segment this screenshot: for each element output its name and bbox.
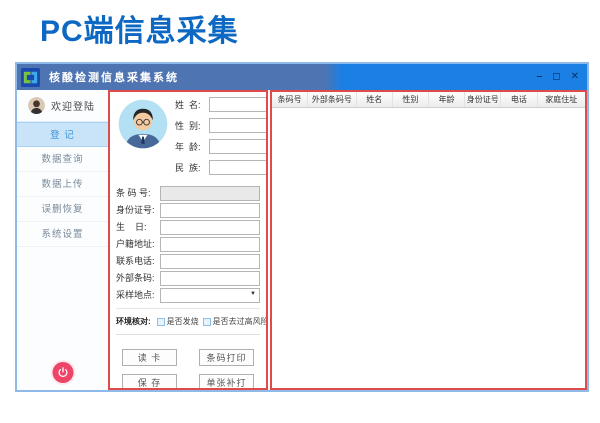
phone-label: 联系电话: xyxy=(116,254,160,267)
barcode-label: 条 码 号: xyxy=(116,186,160,199)
field-row-external-barcode: 外部条码: xyxy=(116,270,260,285)
table-body-empty xyxy=(272,108,585,388)
column-header-age[interactable]: 年龄 xyxy=(429,92,465,107)
id-number-input[interactable] xyxy=(160,203,260,218)
column-header-name[interactable]: 姓名 xyxy=(357,92,393,107)
minimize-button[interactable]: – xyxy=(537,72,543,82)
column-header-id-number[interactable]: 身份证号 xyxy=(465,92,501,107)
close-button[interactable]: ✕ xyxy=(571,72,579,82)
sampling-site-select[interactable] xyxy=(160,288,260,303)
sidebar-item-delete-recovery[interactable]: 误删恢复 xyxy=(17,197,108,222)
maximize-button[interactable]: ◻ xyxy=(552,72,560,82)
person-avatar-icon xyxy=(116,97,170,151)
registered-address-label: 户籍地址: xyxy=(116,237,160,250)
registration-form-panel: 姓 名: 性 别: 年 龄: 民 族: xyxy=(108,90,268,390)
window-body: 欢迎登陆 登 记 数据查询 数据上传 误删恢复 系统设置 xyxy=(17,90,587,390)
app-window: 核酸检测信息采集系统 – ◻ ✕ 欢迎登陆 登 记 数据查询 数据上传 xyxy=(15,62,589,392)
field-row-name: 姓 名: xyxy=(175,97,268,112)
column-header-home-address[interactable]: 家庭住址 xyxy=(538,92,585,107)
fever-checkbox[interactable] xyxy=(157,318,165,326)
person-fields: 姓 名: 性 别: 年 龄: 民 族: xyxy=(170,97,268,181)
sampling-site-label: 采样地点: xyxy=(116,288,160,301)
high-risk-area-checkbox-label: 是否去过高风险地区 xyxy=(213,316,268,327)
column-header-barcode[interactable]: 条码号 xyxy=(272,92,308,107)
field-row-birthday: 生 日: xyxy=(116,219,260,234)
power-icon xyxy=(56,366,69,379)
field-row-phone: 联系电话: xyxy=(116,253,260,268)
barcode-input[interactable] xyxy=(160,186,260,201)
name-label: 姓 名: xyxy=(175,98,209,111)
user-row: 欢迎登陆 xyxy=(17,90,108,122)
high-risk-area-checkbox[interactable] xyxy=(203,318,211,326)
field-row-registered-address: 户籍地址: xyxy=(116,236,260,251)
field-row-sampling-site: 采样地点: ▼ xyxy=(116,287,260,302)
birthday-label: 生 日: xyxy=(116,220,160,233)
app-logo-icon xyxy=(21,68,40,87)
age-input[interactable] xyxy=(209,139,268,154)
field-row-ethnicity: 民 族: xyxy=(175,160,268,175)
age-label: 年 龄: xyxy=(175,140,209,153)
external-barcode-label: 外部条码: xyxy=(116,271,160,284)
environment-check-row: 环境核对: 是否发烧 是否去过高风险地区 xyxy=(116,308,260,335)
sidebar-item-register[interactable]: 登 记 xyxy=(17,122,108,147)
save-button[interactable]: 保 存 xyxy=(122,374,177,390)
records-table-panel: 条码号 外部条码号 姓名 性别 年龄 身份证号 电话 家庭住址 xyxy=(270,90,587,390)
ethnicity-input[interactable] xyxy=(209,160,268,175)
fever-checkbox-label: 是否发烧 xyxy=(167,316,199,327)
power-button[interactable] xyxy=(52,362,73,383)
birthday-input[interactable] xyxy=(160,220,260,235)
window-title: 核酸检测信息采集系统 xyxy=(49,69,179,85)
environment-check-label: 环境核对: xyxy=(116,316,151,327)
page-title: PC端信息采集 xyxy=(40,6,239,50)
id-number-label: 身份证号: xyxy=(116,203,160,216)
barcode-print-button[interactable]: 条码打印 xyxy=(199,349,254,366)
read-card-button[interactable]: 读 卡 xyxy=(122,349,177,366)
name-input[interactable] xyxy=(209,97,268,112)
field-row-age: 年 龄: xyxy=(175,139,268,154)
form-top-section: 姓 名: 性 别: 年 龄: 民 族: xyxy=(116,97,260,181)
external-barcode-input[interactable] xyxy=(160,271,260,286)
single-reprint-button[interactable]: 单张补打 xyxy=(199,374,254,390)
ethnicity-label: 民 族: xyxy=(175,161,209,174)
column-header-external-barcode[interactable]: 外部条码号 xyxy=(308,92,356,107)
column-header-phone[interactable]: 电话 xyxy=(501,92,537,107)
gender-label: 性 别: xyxy=(175,119,209,132)
window-titlebar: 核酸检测信息采集系统 – ◻ ✕ xyxy=(17,64,587,90)
welcome-label: 欢迎登陆 xyxy=(51,98,95,113)
sidebar-item-system-settings[interactable]: 系统设置 xyxy=(17,222,108,247)
sidebar-item-data-upload[interactable]: 数据上传 xyxy=(17,172,108,197)
chevron-down-icon[interactable]: ▼ xyxy=(250,291,256,297)
gender-input[interactable] xyxy=(209,118,268,133)
phone-input[interactable] xyxy=(160,254,260,269)
field-row-gender: 性 别: xyxy=(175,118,268,133)
user-avatar-icon xyxy=(28,97,45,114)
column-header-gender[interactable]: 性别 xyxy=(393,92,429,107)
sidebar-item-data-query[interactable]: 数据查询 xyxy=(17,147,108,172)
table-header: 条码号 外部条码号 姓名 性别 年龄 身份证号 电话 家庭住址 xyxy=(272,92,585,108)
registered-address-input[interactable] xyxy=(160,237,260,252)
field-row-barcode: 条 码 号: xyxy=(116,185,260,200)
sidebar: 欢迎登陆 登 记 数据查询 数据上传 误删恢复 系统设置 xyxy=(17,90,108,390)
field-row-id-number: 身份证号: xyxy=(116,202,260,217)
form-buttons: 读 卡 条码打印 保 存 单张补打 xyxy=(122,349,254,390)
